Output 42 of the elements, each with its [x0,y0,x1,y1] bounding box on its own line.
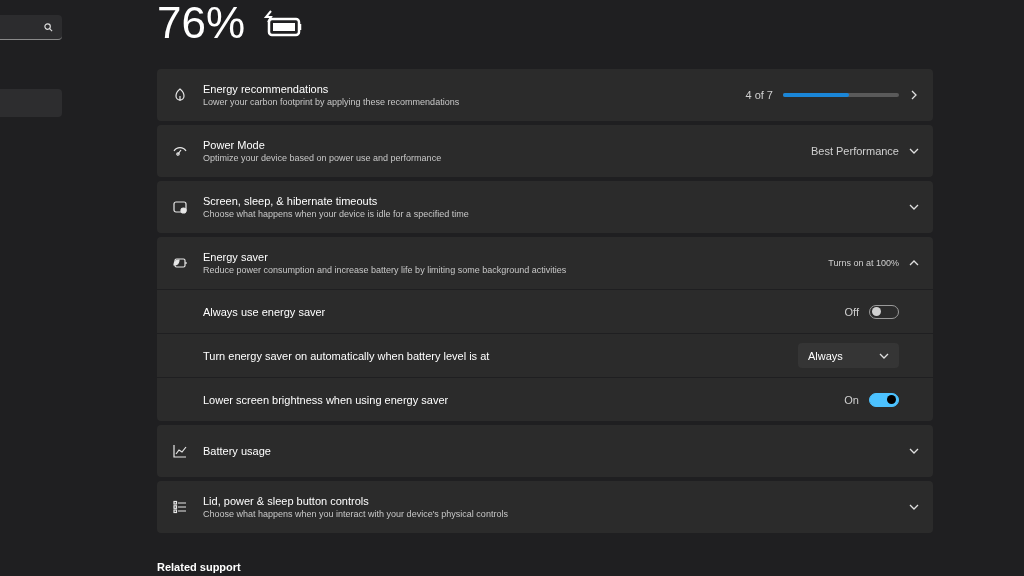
battery-percentage: 76% [157,0,246,48]
chevron-down-icon[interactable] [909,446,919,456]
line-chart-icon [172,443,188,459]
card-title: Power Mode [203,139,266,151]
card-title: Energy saver [203,251,269,263]
card-description: Choose what happens when you interact with your device's physical controls [203,509,509,519]
settings-card[interactable]: Lid, power & sleep button controls Choose what happens when you interact with your device's physical controls [157,481,933,533]
dropdown[interactable]: Always [798,343,899,368]
settings-card[interactable]: Energy recommendations Lower your carbon footprint by applying these recommendations 4 of 7 [157,69,933,121]
battery-leaf-icon [172,255,188,271]
card-value: Best Performance [810,145,899,157]
setting-label: Turn energy saver on automatically when battery level is at [203,349,491,362]
settings-card[interactable]: Screen, sleep, & hibernate timeouts Choose what happens when your device is idle for a specified time [157,181,933,233]
leaf-icon [172,87,188,103]
chevron-up-icon[interactable] [909,258,919,268]
chevron-down-icon[interactable] [909,146,919,156]
chevron-right-icon[interactable] [909,90,919,100]
search-field[interactable] [0,15,62,40]
section-heading: Related support [157,561,242,573]
card-title: Lid, power & sleep button controls [203,495,370,507]
settings-card[interactable]: Battery usage [157,425,933,477]
toggle-state: On [844,393,859,406]
setting-label: Always use energy saver [203,305,327,318]
card-title: Battery usage [203,445,272,457]
card-title: Screen, sleep, & hibernate timeouts [203,195,379,207]
toggle-switch[interactable] [869,392,899,407]
toggle-state: Off [844,305,859,318]
card-description: Reduce power consumption and increase battery life by limiting some background activities [203,265,568,275]
list-icon [172,499,188,515]
card-description: Optimize your device based on power use and performance [203,153,443,163]
card-description: Lower your carbon footprint by applying these recommendations [203,97,461,107]
search-icon [44,22,53,32]
chevron-down-icon[interactable] [909,502,919,512]
card-value: Turns on at 100% [828,258,899,268]
settings-card[interactable]: Power Mode Optimize your device based on power use and performance Best Performance [157,125,933,177]
setting-label: Lower screen brightness when using energy saver [203,393,450,406]
screen-sleep-icon [172,199,188,215]
chevron-down-icon[interactable] [909,202,919,212]
progress-count: 4 of 7 [745,89,773,101]
card-title: Energy recommendations [203,83,330,95]
card-description: Choose what happens when your device is idle for a specified time [203,209,470,219]
settings-card[interactable] [157,237,933,421]
